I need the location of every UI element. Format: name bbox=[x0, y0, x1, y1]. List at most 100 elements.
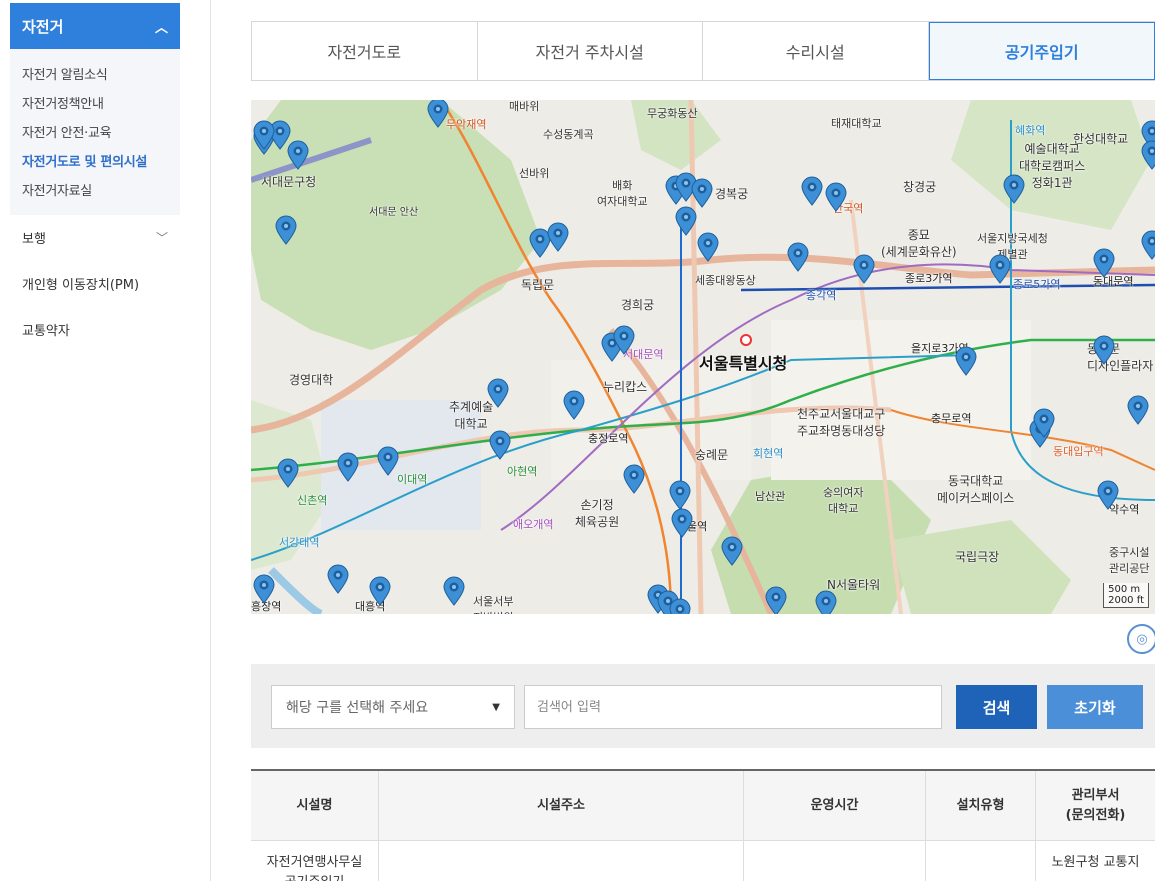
col-header-hours: 운영시간 bbox=[744, 771, 926, 840]
facility-pin-icon[interactable] bbox=[1127, 395, 1149, 425]
map-label-nurikips: 누리캅스 bbox=[603, 380, 648, 394]
map-label-jonggak: 종각역 bbox=[806, 289, 837, 302]
map-label-hoehyeon: 회현역 bbox=[753, 447, 784, 460]
map-label-mugunghwa: 무궁화동산 bbox=[647, 107, 698, 120]
facility-pin-icon[interactable] bbox=[1003, 174, 1025, 204]
facility-pin-icon[interactable] bbox=[327, 564, 349, 594]
map-label-aeogae: 애오개역 bbox=[513, 518, 554, 531]
map-label-muakjae: 무악재역 bbox=[446, 118, 487, 131]
scale-feet: 2000 ft bbox=[1108, 595, 1144, 606]
facility-pin-icon[interactable] bbox=[337, 452, 359, 482]
facility-pin-icon[interactable] bbox=[697, 232, 719, 262]
sidebar-item-pm[interactable]: 개인형 이동장치(PM) bbox=[10, 260, 180, 306]
facility-pin-icon[interactable] bbox=[1097, 480, 1119, 510]
cell-name: 자전거연맹사무실 공기주입기 bbox=[251, 841, 379, 881]
facility-pin-icon[interactable] bbox=[369, 576, 391, 606]
facility-pin-icon[interactable] bbox=[675, 206, 697, 236]
map-label-cathedral: 천주교서울대교구 주교좌명동대성당 bbox=[797, 407, 886, 438]
map-label-dongguk: 동국대학교 메이커스페이스 bbox=[937, 474, 1015, 505]
facility-pin-icon[interactable] bbox=[765, 586, 787, 614]
cell-address bbox=[379, 841, 744, 881]
map-label-sungui: 숭의여자 대학교 bbox=[823, 486, 864, 515]
facility-pin-icon[interactable] bbox=[825, 182, 847, 212]
facility-pin-icon[interactable] bbox=[787, 242, 809, 272]
table-header: 시설명 시설주소 운영시간 설치유형 관리부서 (문의전화) bbox=[251, 771, 1155, 841]
tab-air-pump[interactable]: 공기주입기 bbox=[928, 22, 1155, 80]
sidebar: 자전거 ︿ 자전거 알림소식 자전거정책안내 자전거 안전·교육 자전거도로 및… bbox=[0, 0, 211, 881]
facility-pin-icon[interactable] bbox=[955, 346, 977, 376]
reset-button[interactable]: 초기화 bbox=[1047, 685, 1143, 729]
facility-pin-icon[interactable] bbox=[801, 176, 823, 206]
map-label-ansan: 서대문 안산 bbox=[369, 207, 419, 218]
search-panel: 해당 구를 선택해 주세요 ▼ 검색 초기화 bbox=[251, 664, 1155, 748]
facility-pin-icon[interactable] bbox=[613, 325, 635, 355]
map-label-dongnimmun: 독립문 bbox=[521, 278, 555, 292]
map-label-jongmyo: 종묘 (세계문화유산) bbox=[881, 228, 957, 259]
facility-pin-icon[interactable] bbox=[443, 576, 465, 606]
facility-pin-icon[interactable] bbox=[853, 254, 875, 284]
sidebar-item-label: 보행 bbox=[22, 231, 46, 247]
sidebar-item-archive[interactable]: 자전거자료실 bbox=[10, 177, 180, 206]
sidebar-item-label: 교통약자 bbox=[22, 323, 70, 339]
map-label-maebawi: 매바위 bbox=[509, 100, 540, 113]
facility-pin-icon[interactable] bbox=[671, 508, 693, 538]
search-button[interactable]: 검색 bbox=[956, 685, 1037, 729]
sidebar-item-policy[interactable]: 자전거정책안내 bbox=[10, 90, 180, 119]
facility-pin-icon[interactable] bbox=[563, 390, 585, 420]
facility-pin-icon[interactable] bbox=[547, 222, 569, 252]
sidebar-item-walking[interactable]: 보행 ﹀ bbox=[10, 214, 180, 260]
map-label-hyehwa: 혜화역 bbox=[1015, 124, 1046, 137]
sidebar-item-facilities[interactable]: 자전거도로 및 편의시설 bbox=[10, 148, 180, 177]
facility-pin-icon[interactable] bbox=[287, 140, 309, 170]
facility-pin-icon[interactable] bbox=[427, 100, 449, 128]
table-row[interactable]: 자전거연맹사무실 공기주입기 노원구청 교통지 bbox=[251, 841, 1155, 881]
map-label-seoul-court: 서울서부 지방법원 bbox=[473, 595, 514, 614]
facility-pin-icon[interactable] bbox=[487, 378, 509, 408]
search-input[interactable] bbox=[524, 685, 942, 729]
facility-pin-icon[interactable] bbox=[377, 446, 399, 476]
sidebar-item-vulnerable[interactable]: 교통약자 bbox=[10, 306, 180, 352]
facility-pin-icon[interactable] bbox=[815, 590, 837, 614]
sidebar-item-notice[interactable]: 자전거 알림소식 bbox=[10, 61, 180, 90]
facility-pin-icon[interactable] bbox=[1141, 140, 1155, 170]
facility-map[interactable]: 서울특별시청 독립문 경희궁 경복궁 창경궁 종묘 (세계문화유산) 숭례문 N… bbox=[251, 100, 1155, 614]
facility-pin-icon[interactable] bbox=[669, 480, 691, 510]
facility-pin-icon[interactable] bbox=[277, 458, 299, 488]
facility-pin-icon[interactable] bbox=[1141, 230, 1155, 260]
map-label-sogijeong: 손기정 체육공원 bbox=[575, 498, 620, 529]
map-label-tax-office: 서울지방국세청 제별관 bbox=[977, 232, 1048, 261]
facility-pin-icon[interactable] bbox=[253, 574, 275, 604]
facility-pin-icon[interactable] bbox=[669, 598, 691, 614]
map-label-city-hall: 서울특별시청 bbox=[699, 354, 788, 373]
sidebar-item-safety[interactable]: 자전거 안전·교육 bbox=[10, 119, 180, 148]
map-label-namsan: 남산관 bbox=[755, 490, 786, 503]
sidebar-header-label: 자전거 bbox=[22, 17, 64, 36]
tab-repair[interactable]: 수리시설 bbox=[703, 22, 929, 80]
district-select[interactable]: 해당 구를 선택해 주세요 ▼ bbox=[271, 685, 515, 729]
tab-bike-road[interactable]: 자전거도로 bbox=[252, 22, 478, 80]
facility-pin-icon[interactable] bbox=[989, 254, 1011, 284]
facility-pin-icon[interactable] bbox=[489, 430, 511, 460]
map-label-sinchon: 신촌역 bbox=[297, 494, 328, 507]
facility-pin-icon[interactable] bbox=[691, 178, 713, 208]
col-header-type: 설치유형 bbox=[926, 771, 1036, 840]
facility-pin-icon[interactable] bbox=[275, 215, 297, 245]
tab-bike-parking[interactable]: 자전거 주차시설 bbox=[477, 22, 703, 80]
cell-type bbox=[926, 841, 1036, 881]
sidebar-header-bicycle[interactable]: 자전거 ︿ bbox=[10, 3, 180, 49]
facility-pin-icon[interactable] bbox=[1093, 248, 1115, 278]
col-header-dept: 관리부서 (문의전화) bbox=[1065, 787, 1126, 823]
facility-tabs: 자전거도로 자전거 주차시설 수리시설 공기주입기 bbox=[251, 21, 1155, 81]
facility-pin-icon[interactable] bbox=[623, 464, 645, 494]
facility-pin-icon[interactable] bbox=[253, 120, 275, 150]
facility-pin-icon[interactable] bbox=[721, 536, 743, 566]
map-label-chungjeongno: 충정로역 bbox=[588, 432, 629, 445]
col-header-name: 시설명 bbox=[251, 771, 379, 840]
map-label-seonbawi: 선바위 bbox=[519, 167, 550, 180]
facility-pin-icon[interactable] bbox=[1093, 335, 1115, 365]
sidebar-item-label: 개인형 이동장치(PM) bbox=[22, 277, 140, 293]
facility-pin-icon[interactable] bbox=[1033, 408, 1055, 438]
map-label-sungnyemun: 숭례문 bbox=[695, 448, 729, 462]
locate-icon[interactable]: ◎ bbox=[1127, 624, 1155, 654]
map-label-junggu-facility: 중구시설 관리공단 bbox=[1109, 546, 1150, 575]
